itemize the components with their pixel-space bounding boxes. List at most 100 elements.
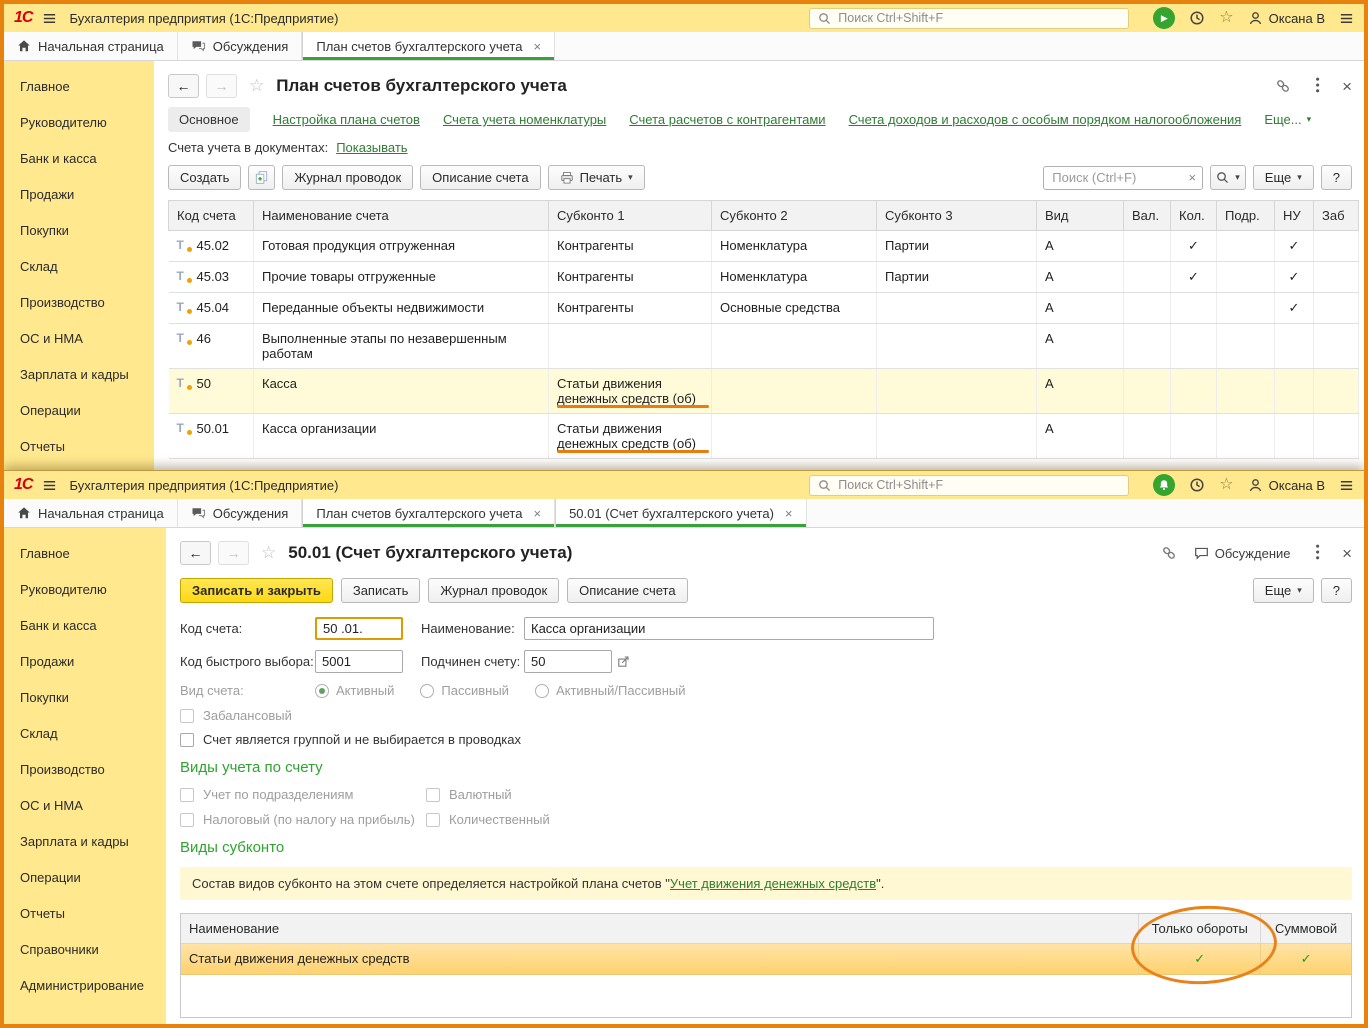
sidebar-item-pokupki[interactable]: Покупки bbox=[4, 679, 166, 715]
vid[interactable]: А bbox=[1037, 324, 1124, 369]
account-name-input[interactable] bbox=[524, 617, 934, 640]
subconto1[interactable]: Контрагенты bbox=[549, 262, 712, 293]
favorites-icon[interactable]: ☆ bbox=[1219, 10, 1233, 26]
account-name[interactable]: Выполненные этапы по незавершенным работ… bbox=[254, 324, 549, 369]
list-search[interactable]: × bbox=[1043, 166, 1203, 190]
sidebar-item-proizvodstvo[interactable]: Производство bbox=[4, 751, 166, 787]
sidebar-item-operacii[interactable]: Операции bbox=[4, 859, 166, 895]
podr-flag[interactable] bbox=[1217, 231, 1275, 262]
subconto1[interactable]: Контрагенты bbox=[549, 231, 712, 262]
create-group-button[interactable] bbox=[248, 165, 275, 190]
navtab-nomenklatura[interactable]: Счета учета номенклатуры bbox=[443, 112, 606, 127]
hamburger-menu-icon[interactable] bbox=[42, 11, 57, 26]
subconto1[interactable]: Контрагенты bbox=[549, 293, 712, 324]
vid[interactable]: А bbox=[1037, 231, 1124, 262]
discussion-button[interactable]: Обсуждение bbox=[1194, 546, 1291, 561]
print-button[interactable]: Печать ▾ bbox=[548, 165, 645, 190]
sidebar-item-bank-kassa[interactable]: Банк и касса bbox=[4, 607, 166, 643]
favorite-star-icon[interactable]: ☆ bbox=[261, 543, 276, 563]
tab-discussions[interactable]: Обсуждения bbox=[178, 499, 303, 527]
global-search[interactable] bbox=[809, 475, 1129, 496]
subconto1[interactable]: Статьи движения денежных средств (об) bbox=[549, 369, 712, 414]
close-icon[interactable]: × bbox=[1342, 78, 1352, 95]
more-actions-icon[interactable]: ••• bbox=[1310, 544, 1322, 562]
account-row[interactable]: Т45.03 Прочие товары отгруженные Контраг… bbox=[169, 262, 1359, 293]
cash-flow-settings-link[interactable]: Учет движения денежных средств bbox=[670, 876, 876, 891]
tab-home[interactable]: Начальная страница bbox=[4, 32, 178, 60]
subconto-row-selected[interactable]: Статьи движения денежных средств ✓ ✓ bbox=[181, 944, 1351, 975]
main-menu-icon[interactable] bbox=[1339, 11, 1354, 26]
save-button[interactable]: Записать bbox=[341, 578, 421, 603]
sidebar-item-otchety[interactable]: Отчеты bbox=[4, 895, 166, 931]
sidebar-item-prodazhi[interactable]: Продажи bbox=[4, 643, 166, 679]
vid[interactable]: А bbox=[1037, 262, 1124, 293]
hamburger-menu-icon[interactable] bbox=[42, 478, 57, 493]
navtab-nastroyka[interactable]: Настройка плана счетов bbox=[273, 112, 420, 127]
account-row[interactable]: Т46 Выполненные этапы по незавершенным р… bbox=[169, 324, 1359, 369]
account-name[interactable]: Прочие товары отгруженные bbox=[254, 262, 549, 293]
search-options-button[interactable]: ▾ bbox=[1210, 165, 1246, 190]
journal-button[interactable]: Журнал проводок bbox=[282, 165, 413, 190]
notifications-button[interactable] bbox=[1153, 474, 1175, 496]
quick-code-input[interactable] bbox=[315, 650, 403, 673]
navtab-kontragenty[interactable]: Счета расчетов с контрагентами bbox=[629, 112, 825, 127]
subconto3[interactable]: Партии bbox=[877, 231, 1037, 262]
open-parent-icon[interactable] bbox=[617, 655, 630, 668]
favorites-icon[interactable]: ☆ bbox=[1219, 477, 1233, 493]
subconto3[interactable] bbox=[877, 293, 1037, 324]
back-button[interactable]: ← bbox=[180, 541, 211, 565]
subconto2[interactable] bbox=[712, 369, 877, 414]
global-search-input[interactable] bbox=[838, 11, 1120, 25]
link-icon[interactable] bbox=[1275, 78, 1291, 94]
close-tab-icon[interactable]: × bbox=[785, 506, 793, 521]
tab-account-50-01[interactable]: 50.01 (Счет бухгалтерского учета) × bbox=[555, 499, 806, 527]
sidebar-item-zarplata[interactable]: Зарплата и кадры bbox=[4, 356, 154, 392]
sidebar-item-prodazhi[interactable]: Продажи bbox=[4, 176, 154, 212]
subconto-name[interactable]: Статьи движения денежных средств bbox=[181, 944, 1139, 974]
help-button[interactable]: ? bbox=[1321, 578, 1352, 603]
sidebar-item-pokupki[interactable]: Покупки bbox=[4, 212, 154, 248]
navtab-dohody-rashody[interactable]: Счета доходов и расходов с особым порядк… bbox=[849, 112, 1242, 127]
account-description-button[interactable]: Описание счета bbox=[567, 578, 687, 603]
subconto2[interactable]: Основные средства bbox=[712, 293, 877, 324]
navtab-more[interactable]: Еще...▾ bbox=[1264, 112, 1311, 127]
sidebar-item-os-nma[interactable]: ОС и НМА bbox=[4, 320, 154, 356]
sidebar-item-rukovoditelyu[interactable]: Руководителю bbox=[4, 104, 154, 140]
help-button[interactable]: ? bbox=[1321, 165, 1352, 190]
history-icon[interactable] bbox=[1189, 10, 1205, 26]
subconto1[interactable] bbox=[549, 324, 712, 369]
sidebar-item-spravochniki[interactable]: Справочники bbox=[4, 931, 166, 967]
history-icon[interactable] bbox=[1189, 477, 1205, 493]
more-button[interactable]: Еще▾ bbox=[1253, 578, 1314, 603]
tab-chart-of-accounts[interactable]: План счетов бухгалтерского учета × bbox=[302, 499, 555, 527]
account-row[interactable]: Т50.01 Касса организации Статьи движения… bbox=[169, 414, 1359, 459]
sidebar-item-rukovoditelyu[interactable]: Руководителю bbox=[4, 571, 166, 607]
tab-discussions[interactable]: Обсуждения bbox=[178, 32, 303, 60]
parent-account-input[interactable] bbox=[524, 650, 612, 673]
subconto2[interactable] bbox=[712, 414, 877, 459]
global-search-input[interactable] bbox=[838, 478, 1120, 492]
journal-button[interactable]: Журнал проводок bbox=[428, 578, 559, 603]
sidebar-item-administrirovanie[interactable]: Администрирование bbox=[4, 967, 166, 1003]
user-menu[interactable]: Оксана В bbox=[1248, 11, 1325, 26]
account-name[interactable]: Касса bbox=[254, 369, 549, 414]
clear-search-icon[interactable]: × bbox=[1182, 170, 1202, 185]
tab-home[interactable]: Начальная страница bbox=[4, 499, 178, 527]
user-menu[interactable]: Оксана В bbox=[1248, 478, 1325, 493]
back-button[interactable]: ← bbox=[168, 74, 199, 98]
subconto3[interactable] bbox=[877, 369, 1037, 414]
account-name[interactable]: Касса организации bbox=[254, 414, 549, 459]
subconto2[interactable] bbox=[712, 324, 877, 369]
save-and-close-button[interactable]: Записать и закрыть bbox=[180, 578, 333, 603]
subconto2[interactable]: Номенклатура bbox=[712, 262, 877, 293]
account-row[interactable]: Т45.02 Готовая продукция отгруженная Кон… bbox=[169, 231, 1359, 262]
sidebar-item-operacii[interactable]: Операции bbox=[4, 392, 154, 428]
sidebar-item-glavnoe[interactable]: Главное bbox=[4, 535, 166, 571]
play-button[interactable]: ▶ bbox=[1153, 7, 1175, 29]
main-menu-icon[interactable] bbox=[1339, 478, 1354, 493]
subconto3[interactable]: Партии bbox=[877, 262, 1037, 293]
global-search[interactable] bbox=[809, 8, 1129, 29]
vid[interactable]: А bbox=[1037, 293, 1124, 324]
more-actions-icon[interactable]: ••• bbox=[1310, 77, 1322, 95]
close-icon[interactable]: × bbox=[1342, 545, 1352, 562]
